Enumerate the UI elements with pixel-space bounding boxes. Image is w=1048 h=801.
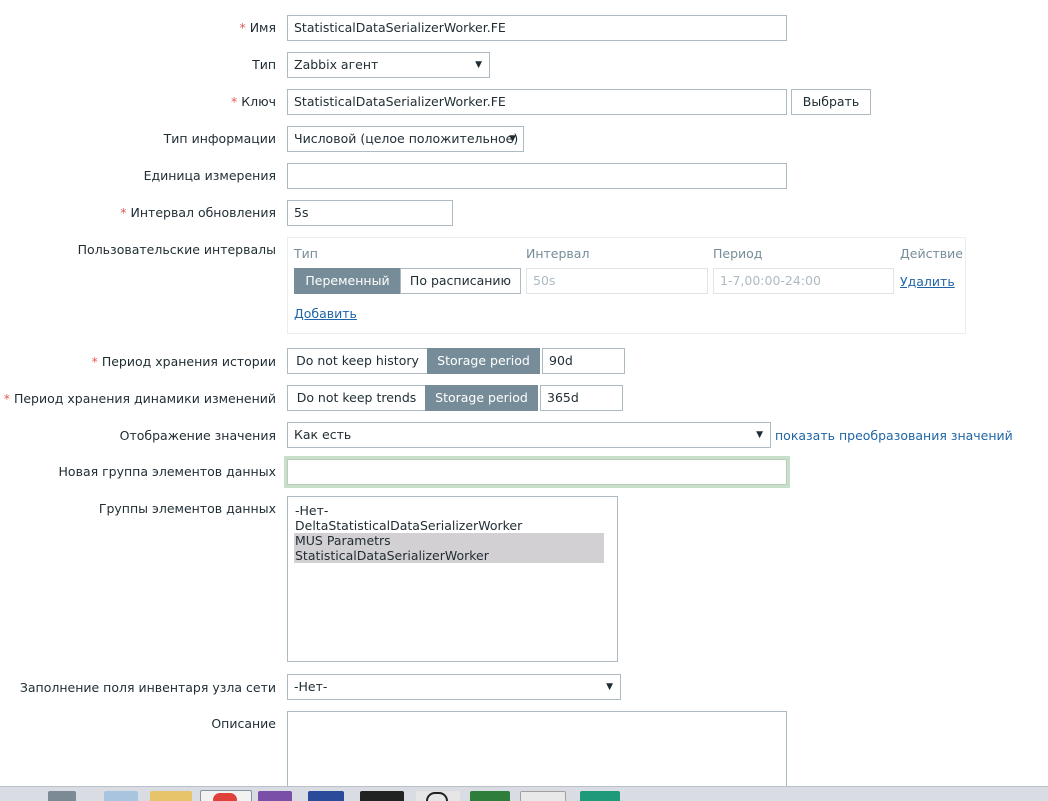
inventory-select-value: -Нет- [294,679,328,694]
select-key-button[interactable]: Выбрать [791,89,871,115]
history-storage-period[interactable]: Storage period [427,348,540,374]
units-input[interactable] [287,163,787,189]
dropdown-arrow-icon: ▼ [756,430,763,440]
taskbar [0,786,1048,801]
info-type-select[interactable]: Числовой (целое положительное) ▼ [287,126,524,152]
interval-type-flexible[interactable]: Переменный [294,268,401,294]
description-textarea[interactable] [287,711,787,793]
trends-storage-period[interactable]: Storage period [425,385,538,411]
col-header-interval: Интервал [526,246,590,261]
custom-intervals-label: Пользовательские интервалы [77,242,276,257]
history-label: * Период хранения истории [91,354,276,369]
required-marker: * [230,94,238,109]
col-header-action: Действие [900,246,963,261]
trends-do-not-keep[interactable]: Do not keep trends [287,385,426,411]
col-header-period: Период [713,246,763,261]
required-marker: * [239,20,246,35]
value-map-select[interactable]: Как есть ▼ [287,422,771,448]
custom-period-input[interactable]: 1-7,00:00-24:00 [713,268,894,294]
type-select-value: Zabbix агент [294,57,379,72]
type-select[interactable]: Zabbix агент ▼ [287,52,490,78]
browser-icon[interactable] [200,790,252,801]
dropdown-arrow-icon: ▼ [509,134,516,144]
remove-interval-link[interactable]: Удалить [900,274,955,289]
info-type-select-value: Числовой (целое положительное) [294,131,519,146]
new-application-label: Новая группа элементов данных [58,464,276,479]
required-marker: * [3,391,10,406]
info-type-label: Тип информации [163,131,276,146]
type-label: Тип [252,57,276,72]
units-label: Единица измерения [143,168,276,183]
description-label: Описание [211,716,276,731]
required-marker: * [91,354,98,369]
col-header-type: Тип [294,246,318,261]
list-item[interactable]: DeltaStatisticalDataSerializerWorker [294,518,611,533]
inventory-select[interactable]: -Нет- ▼ [287,674,621,700]
trends-label: * Период хранения динамики изменений [3,391,276,406]
show-value-mappings-link[interactable]: показать преобразования значений [775,428,1013,443]
custom-intervals-panel: Тип Интервал Период Действие Переменный … [287,237,966,334]
inventory-label: Заполнение поля инвентаря узла сети [19,680,276,695]
value-map-label: Отображение значения [119,428,276,443]
history-do-not-keep[interactable]: Do not keep history [287,348,428,374]
update-interval-input[interactable]: 5s [287,200,453,226]
custom-period-placeholder: 1-7,00:00-24:00 [720,273,821,288]
trends-period-input[interactable]: 365d [540,385,623,411]
list-item[interactable]: -Нет- [294,503,611,518]
list-item-selected[interactable]: StatisticalDataSerializerWorker [294,548,604,563]
list-item-selected[interactable]: MUS Parametrs [294,533,604,548]
key-input[interactable]: StatisticalDataSerializerWorker.FE [287,89,787,115]
new-application-input[interactable] [287,459,787,485]
custom-interval-input[interactable]: 50s [526,268,708,294]
update-interval-label: * Интервал обновления [120,205,276,220]
key-label: * Ключ [230,94,276,109]
dropdown-arrow-icon: ▼ [475,60,482,70]
applications-listbox[interactable]: -Нет- DeltaStatisticalDataSerializerWork… [287,496,618,662]
value-map-select-value: Как есть [294,427,352,442]
custom-interval-placeholder: 50s [533,273,556,288]
interval-type-scheduling[interactable]: По расписанию [400,268,521,294]
history-period-input[interactable]: 90d [542,348,625,374]
applications-label: Группы элементов данных [98,501,276,516]
name-label: * Имя [239,20,276,35]
dropdown-arrow-icon: ▼ [606,682,613,692]
add-interval-link[interactable]: Добавить [294,306,357,321]
required-marker: * [120,205,127,220]
name-input[interactable]: StatisticalDataSerializerWorker.FE [287,15,787,41]
